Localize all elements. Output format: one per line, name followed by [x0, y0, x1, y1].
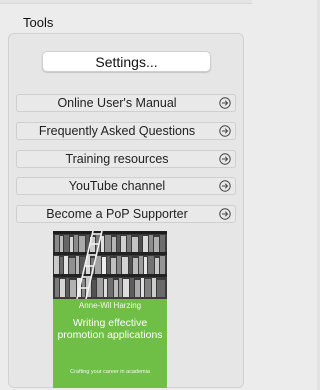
- book-author: Anne-Wil Harzing: [78, 301, 142, 310]
- link-label: Training resources: [65, 152, 169, 166]
- tools-section-title: Tools: [23, 15, 54, 30]
- circle-arrow-right-icon: [219, 180, 231, 192]
- link-label: Frequently Asked Questions: [38, 124, 196, 138]
- book-title: Writing effective promotion applications: [57, 317, 163, 341]
- link-youtube-channel[interactable]: YouTube channel: [16, 177, 236, 195]
- window-top-edge: [0, 0, 252, 4]
- link-label: Online User's Manual: [57, 96, 177, 110]
- book-subtitle: Crafting your career in academia: [70, 369, 150, 375]
- link-frequently-asked-questions[interactable]: Frequently Asked Questions: [16, 122, 236, 140]
- link-training-resources[interactable]: Training resources: [16, 150, 236, 168]
- circle-arrow-right-icon: [219, 153, 231, 165]
- bookshelf-photo: [53, 231, 167, 299]
- circle-arrow-right-icon: [219, 125, 231, 137]
- link-label: Become a PoP Supporter: [46, 207, 188, 221]
- circle-arrow-right-icon: [219, 208, 231, 220]
- link-become-pop-supporter[interactable]: Become a PoP Supporter: [16, 205, 236, 223]
- circle-arrow-right-icon: [219, 97, 231, 109]
- book-cover-ad[interactable]: Anne-Wil Harzing Writing effective promo…: [53, 231, 167, 388]
- link-online-users-manual[interactable]: Online User's Manual: [16, 94, 236, 112]
- link-label: YouTube channel: [68, 179, 166, 193]
- settings-button[interactable]: Settings...: [42, 51, 211, 72]
